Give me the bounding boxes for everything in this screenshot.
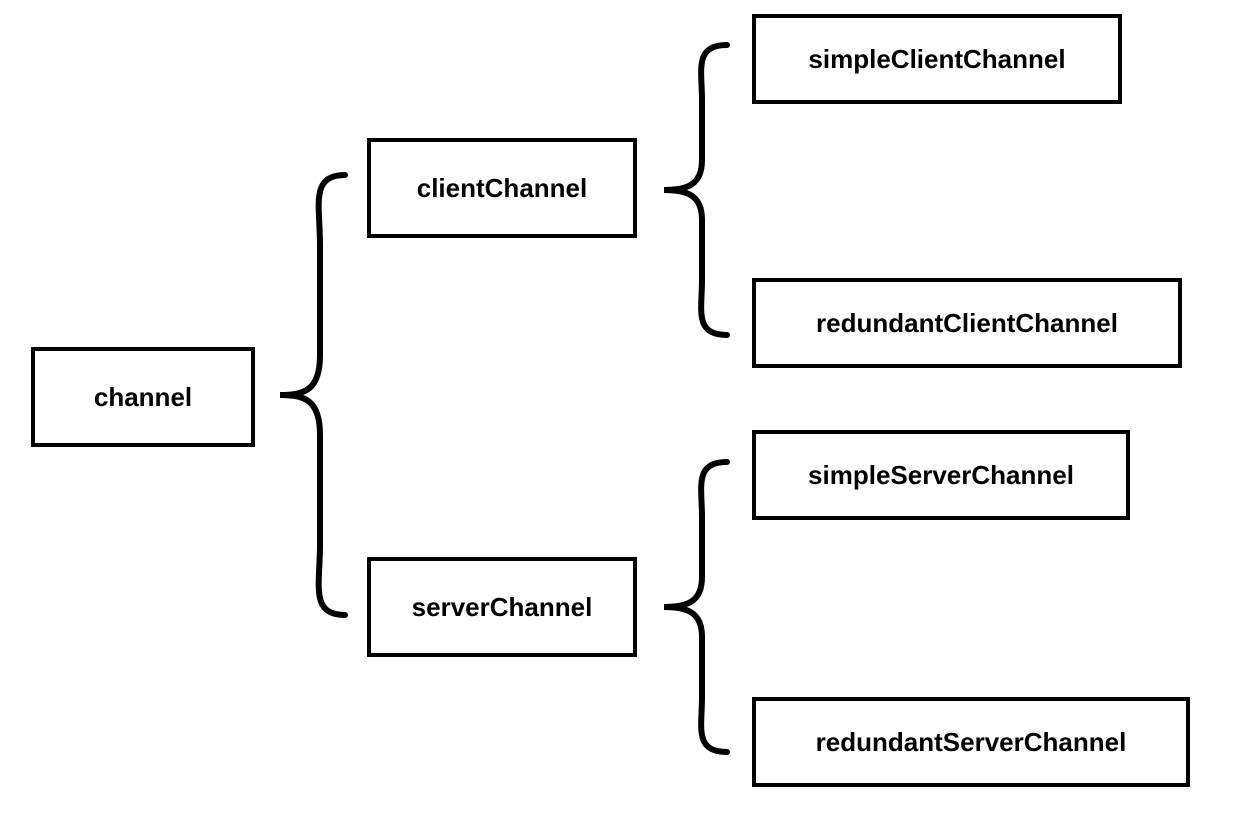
node-simple-server-channel: simpleServerChannel [752,430,1130,520]
node-simple-server-channel-label: simpleServerChannel [808,460,1074,491]
node-simple-client-channel: simpleClientChannel [752,14,1122,104]
node-client-channel: clientChannel [367,138,637,238]
node-client-channel-label: clientChannel [417,173,587,204]
brace-icon [642,35,742,345]
brace-icon [260,165,360,625]
node-redundant-server-channel-label: redundantServerChannel [816,727,1127,758]
node-channel: channel [31,347,255,447]
brace-icon [642,452,742,762]
diagram-stage: channel clientChannel serverChannel simp… [0,0,1240,822]
node-server-channel-label: serverChannel [412,592,593,623]
node-simple-client-channel-label: simpleClientChannel [808,44,1065,75]
node-redundant-client-channel: redundantClientChannel [752,278,1182,368]
node-redundant-client-channel-label: redundantClientChannel [816,308,1118,339]
node-server-channel: serverChannel [367,557,637,657]
node-channel-label: channel [94,382,192,413]
node-redundant-server-channel: redundantServerChannel [752,697,1190,787]
